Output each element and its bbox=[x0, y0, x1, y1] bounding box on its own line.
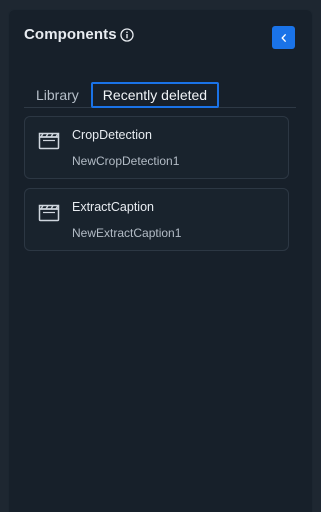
tab-library[interactable]: Library bbox=[24, 83, 91, 107]
item-name: CropDetection bbox=[72, 128, 152, 142]
panel-title: Components bbox=[24, 26, 117, 43]
film-clapper-icon bbox=[38, 204, 60, 222]
chevron-left-icon bbox=[279, 33, 289, 43]
components-panel: Components Library Recently deleted Crop… bbox=[9, 10, 312, 512]
film-clapper-icon bbox=[38, 132, 60, 150]
item-subtitle: NewCropDetection1 bbox=[72, 154, 180, 168]
panel-header: Components bbox=[24, 26, 134, 43]
collapse-panel-button[interactable] bbox=[272, 26, 295, 49]
list-item[interactable]: CropDetection NewCropDetection1 bbox=[24, 116, 289, 179]
list-item[interactable]: ExtractCaption NewExtractCaption1 bbox=[24, 188, 289, 251]
info-icon[interactable] bbox=[120, 28, 134, 42]
tab-bar: Library Recently deleted bbox=[24, 82, 296, 108]
tab-recently-deleted[interactable]: Recently deleted bbox=[90, 82, 220, 108]
item-subtitle: NewExtractCaption1 bbox=[72, 226, 182, 240]
item-name: ExtractCaption bbox=[72, 200, 154, 214]
